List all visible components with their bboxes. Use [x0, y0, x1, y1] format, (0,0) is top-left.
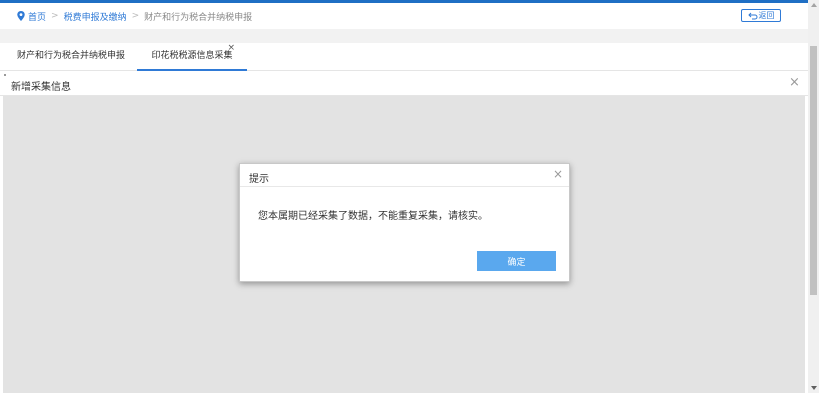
back-button-label: 返回 [758, 11, 775, 20]
tab-stamp-tax-collection[interactable]: 印花税税源信息采集 × [137, 43, 247, 71]
dialog-close-icon[interactable]: × [553, 168, 563, 181]
scroll-up-arrow-icon[interactable] [808, 0, 819, 11]
breadcrumb-home-link[interactable]: 首页 [28, 10, 46, 23]
back-button[interactable]: 返回 [741, 9, 781, 22]
panel-title: 新增采集信息 [11, 82, 71, 93]
panel-close-icon[interactable]: × [789, 76, 800, 90]
vertical-scrollbar[interactable] [808, 0, 819, 393]
tab-bar: 财产和行为税合并纳税申报 印花税税源信息采集 × [0, 43, 808, 71]
confirm-button[interactable]: 确定 [477, 251, 556, 271]
scroll-thumb[interactable] [810, 46, 817, 295]
tab-label: 印花税税源信息采集 [151, 51, 233, 61]
dialog-header: 提示 × [240, 164, 569, 187]
breadcrumb-tax-filing-link[interactable]: 税费申报及缴纳 [64, 10, 127, 23]
panel-marker [4, 74, 6, 76]
alert-dialog: 提示 × 您本属期已经采集了数据，不能重复采集，请核实。 确定 [239, 163, 570, 282]
breadcrumb-separator: > [51, 11, 59, 21]
breadcrumb-separator: > [131, 11, 140, 21]
header-gap [0, 29, 808, 43]
breadcrumb: 首页 > 税费申报及缴纳 > 财产和行为税合并纳税申报 返回 [0, 3, 808, 29]
tab-label: 财产和行为税合并纳税申报 [17, 51, 126, 61]
tab-property-tax-filing[interactable]: 财产和行为税合并纳税申报 [17, 43, 125, 70]
tab-close-icon[interactable]: × [227, 35, 235, 62]
dialog-title: 提示 [249, 174, 269, 185]
location-pin-icon [17, 11, 25, 21]
dialog-message: 您本属期已经采集了数据，不能重复采集，请核实。 [258, 211, 488, 222]
scroll-down-arrow-icon[interactable] [808, 382, 819, 393]
return-arrow-icon [747, 12, 757, 19]
breadcrumb-current: 财产和行为税合并纳税申报 [144, 12, 253, 23]
panel-header: 新增采集信息 × [0, 72, 808, 96]
